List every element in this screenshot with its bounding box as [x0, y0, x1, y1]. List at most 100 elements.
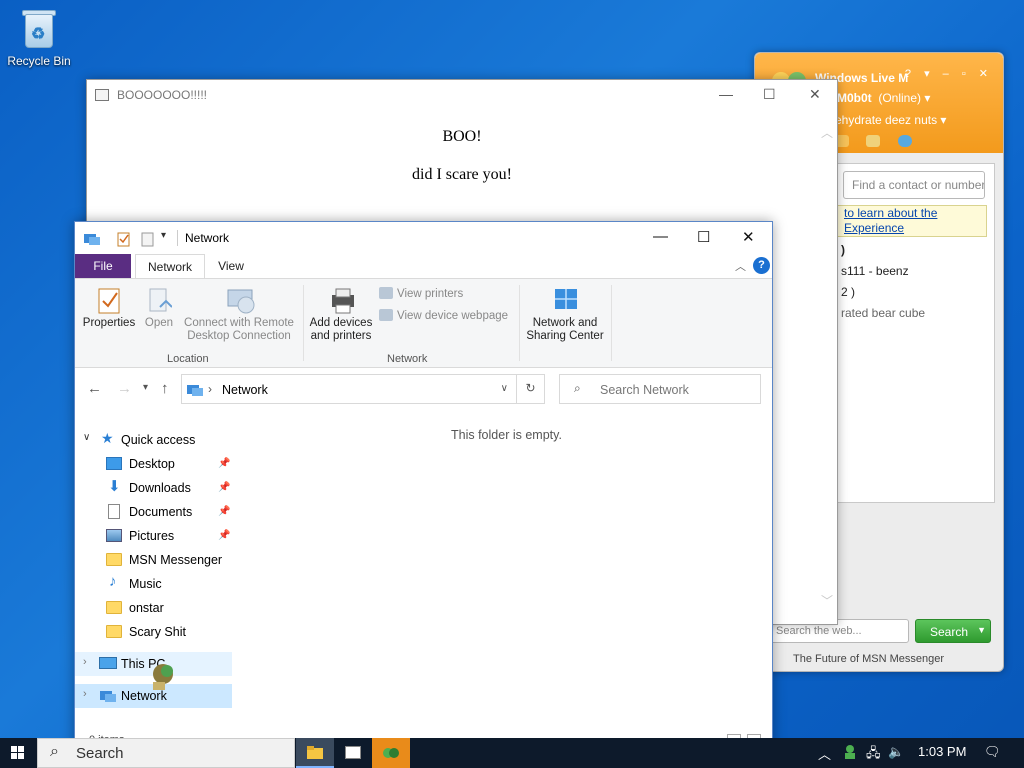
windows-live-icon[interactable]: [897, 135, 912, 147]
explorer-window-title: Network: [185, 231, 230, 245]
msn-ad-link-2[interactable]: Experience: [838, 221, 986, 236]
nav-item-music[interactable]: ♪ Music: [75, 572, 232, 596]
tab-view[interactable]: View: [213, 254, 249, 278]
tab-network[interactable]: Network: [135, 254, 205, 278]
network-icon: [83, 231, 101, 250]
folder-icon[interactable]: [866, 135, 881, 147]
connect-remote-desktop-button[interactable]: Connect with Remote Desktop Connection: [179, 287, 299, 343]
msn-find-contact-input[interactable]: Find a contact or number: [843, 171, 985, 199]
chevron-right-icon[interactable]: ›: [83, 656, 87, 668]
msn-search-button[interactable]: Search ▼: [915, 619, 991, 643]
customize-toolbar-icon[interactable]: ▾: [161, 230, 166, 241]
properties-button[interactable]: Properties: [81, 287, 137, 330]
nav-item-msn-messenger[interactable]: MSN Messenger: [75, 548, 232, 572]
view-printers-button[interactable]: View printers: [379, 287, 463, 300]
refresh-icon[interactable]: ↻: [517, 374, 545, 404]
msn-contact-group[interactable]: 2 ): [841, 285, 855, 299]
close-icon[interactable]: ✕: [742, 228, 755, 246]
minimize-icon[interactable]: —: [653, 228, 668, 245]
volume-icon[interactable]: 🔈: [888, 744, 904, 760]
collapse-ribbon-icon[interactable]: ︿: [735, 258, 746, 274]
msn-contact-item[interactable]: s111 - beenz: [841, 264, 909, 278]
chevron-down-icon[interactable]: ∨: [83, 432, 90, 443]
pin-icon[interactable]: 📌: [218, 530, 230, 541]
nav-item-downloads[interactable]: ⬇ Downloads 📌: [75, 476, 232, 500]
pin-icon[interactable]: 📌: [218, 458, 230, 469]
nav-item-pictures[interactable]: Pictures 📌: [75, 524, 232, 548]
address-bar[interactable]: › Network ∨: [181, 374, 517, 404]
chevron-down-icon[interactable]: ▼: [977, 625, 986, 635]
recycle-bin-desktop-icon[interactable]: ♻ Recycle Bin: [6, 8, 72, 68]
recent-locations-icon[interactable]: ▾: [143, 382, 148, 393]
printer-icon: [328, 287, 354, 314]
open-label: Open: [144, 317, 174, 329]
new-folder-quick-icon[interactable]: [141, 231, 155, 250]
taskbar-search-box[interactable]: ⌕ Search: [37, 738, 295, 768]
open-button[interactable]: Open: [141, 287, 177, 330]
msn-buddy-icon: [382, 745, 400, 764]
nav-quick-access[interactable]: ∨ ★ Quick access: [75, 428, 232, 452]
network-sharing-center-button[interactable]: Network and Sharing Center: [523, 287, 607, 343]
open-icon: [146, 287, 173, 313]
address-row: ← → ▾ ↑ › Network ∨ ↻ ⌕ Search Network: [75, 374, 772, 404]
start-button[interactable]: [0, 738, 36, 768]
scroll-down-icon[interactable]: ﹀: [821, 592, 833, 609]
maximize-icon[interactable]: ☐: [763, 86, 776, 103]
msn-contact-group[interactable]: ): [841, 243, 845, 257]
msn-contact-item[interactable]: rated bear cube: [841, 306, 925, 320]
nav-item-desktop[interactable]: Desktop 📌: [75, 452, 232, 476]
music-note-icon: ♪: [109, 573, 117, 590]
close-icon[interactable]: ✕: [809, 86, 821, 103]
nav-item-label: Documents: [129, 505, 193, 519]
nav-item-label: Music: [129, 577, 162, 591]
nav-quick-access-label: Quick access: [121, 433, 196, 447]
nav-item-documents[interactable]: Documents 📌: [75, 500, 232, 524]
pin-icon[interactable]: 📌: [218, 506, 230, 517]
nav-item-onstar[interactable]: onstar: [75, 596, 232, 620]
msn-window-controls[interactable]: ? ▾ – ▫ ✕: [905, 67, 993, 80]
up-arrow-icon[interactable]: ↑: [161, 380, 169, 397]
maximize-icon[interactable]: ☐: [697, 228, 710, 246]
taskbar-search-label: Search: [76, 745, 124, 762]
properties-icon: [96, 287, 122, 314]
taskbar-file-explorer[interactable]: [296, 738, 334, 768]
clock[interactable]: 1:03 PM: [918, 744, 966, 759]
search-network-input[interactable]: ⌕ Search Network: [559, 374, 761, 404]
taskbar-boo-window[interactable]: [334, 738, 372, 768]
chevron-right-icon[interactable]: ›: [83, 688, 87, 700]
msn-ad-link-1[interactable]: to learn about the: [838, 206, 986, 221]
msn-tray-icon[interactable]: [842, 744, 858, 763]
breadcrumb-separator-icon[interactable]: ›: [208, 382, 212, 396]
pin-icon[interactable]: 📌: [218, 482, 230, 493]
nav-item-label: Scary Shit: [129, 625, 186, 639]
download-arrow-icon: ⬇: [108, 478, 121, 495]
taskbar-msn-messenger[interactable]: [372, 738, 410, 768]
window-app-icon: [95, 89, 109, 101]
minimize-icon[interactable]: —: [719, 86, 733, 102]
scroll-up-icon[interactable]: ︿: [821, 124, 833, 141]
connect-remote-label: Connect with Remote Desktop Connection: [184, 317, 294, 342]
taskbar: ⌕ Search ︿ 🖧 🔈 1:03 PM 🗨: [0, 738, 1024, 768]
msn-ad-banner[interactable]: to learn about the Experience: [837, 205, 987, 237]
nav-item-label: Downloads: [129, 481, 191, 495]
add-devices-printers-button[interactable]: Add devices and printers: [307, 287, 375, 343]
recycle-bin-label: Recycle Bin: [7, 54, 71, 68]
explorer-titlebar: ▾ Network — ☐ ✕: [75, 222, 772, 254]
back-arrow-icon[interactable]: ←: [87, 380, 102, 397]
nav-item-label: Desktop: [129, 457, 175, 471]
search-placeholder: Search Network: [600, 383, 689, 397]
nav-item-scary-shit[interactable]: Scary Shit: [75, 620, 232, 644]
help-icon[interactable]: ?: [753, 257, 770, 274]
msn-user-name: M0b0t: [837, 91, 872, 105]
view-device-webpage-button[interactable]: View device webpage: [379, 309, 508, 322]
network-tray-icon[interactable]: 🖧: [866, 744, 881, 766]
msn-user-name-row[interactable]: M0b0t (Online) ▾: [837, 91, 930, 105]
notifications-icon[interactable]: 🗨: [984, 744, 1001, 760]
msn-personal-message[interactable]: ehydrate deez nuts ▾: [835, 113, 946, 127]
tab-file[interactable]: File: [75, 254, 131, 278]
forward-arrow-icon[interactable]: →: [117, 380, 132, 397]
chevron-down-icon[interactable]: ∨: [501, 383, 508, 394]
show-hidden-icons[interactable]: ︿: [818, 744, 831, 763]
properties-quick-icon[interactable]: [117, 231, 131, 250]
boo-heading: BOO!: [442, 128, 482, 145]
